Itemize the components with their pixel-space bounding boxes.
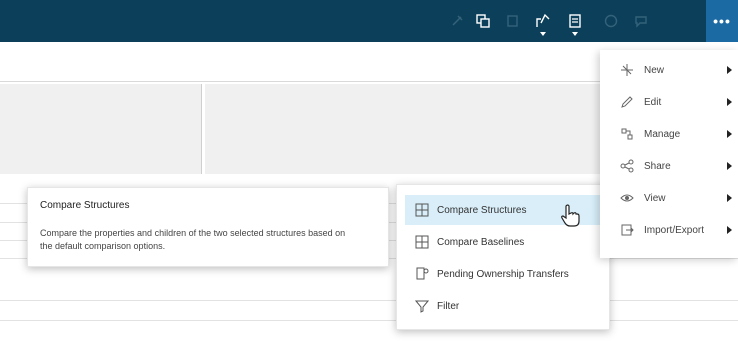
menu-item-label: Share [644,160,671,172]
tooltip-description: Compare the properties and children of t… [40,228,346,251]
submenu-item-label: Pending Ownership Transfers [437,268,569,280]
compare-icon[interactable] [530,8,556,36]
grid-row-line [0,300,738,301]
ownership-transfer-icon [416,267,429,280]
chevron-right-icon [727,194,732,202]
menu-item-label: Edit [644,96,662,108]
pin-icon[interactable] [444,8,470,34]
duplicate-icon[interactable] [500,8,526,34]
share-icon [620,159,634,173]
more-button[interactable]: ••• [706,0,738,42]
grid-row-line [0,320,738,321]
chevron-right-icon [727,66,732,74]
right-panel [205,84,605,174]
copy-icon[interactable] [470,8,496,34]
eye-icon [620,194,634,202]
report-icon[interactable] [562,8,588,36]
menu-item-import-export[interactable]: Import/Export [600,214,738,246]
menu-item-edit[interactable]: Edit [600,86,738,118]
submenu-item-label: Compare Structures [437,204,527,216]
compare-structures-icon [415,203,429,217]
submenu-item-filter[interactable]: Filter [405,291,601,321]
menu-item-view[interactable]: View [600,182,738,214]
history-icon[interactable] [598,8,624,34]
compare-structures-tooltip: Compare Structures Compare the propertie… [27,187,389,267]
menu-item-label: Import/Export [644,224,705,236]
sparkle-icon [621,64,633,76]
submenu-item-label: Compare Baselines [437,236,525,248]
chat-icon[interactable] [628,8,654,34]
menu-item-label: New [644,64,665,76]
chevron-right-icon [727,162,732,170]
left-panel [0,84,202,174]
menu-item-label: Manage [644,128,681,140]
chevron-right-icon [727,98,732,106]
submenu-item-label: Filter [437,300,460,312]
chevron-right-icon [727,226,732,234]
hand-cursor-icon [561,204,580,227]
menu-item-new[interactable]: New [600,54,738,86]
compare-baselines-icon [415,235,429,249]
import-export-icon [621,224,634,236]
menu-item-share[interactable]: Share [600,150,738,182]
filter-icon [415,300,429,313]
submenu-item-compare-baselines[interactable]: Compare Baselines [405,227,601,257]
manage-icon [621,128,633,140]
menu-item-label: View [644,192,666,204]
submenu-item-pending-ownership-transfers[interactable]: Pending Ownership Transfers [405,259,601,289]
top-toolbar: ••• [0,0,738,42]
tooltip-title: Compare Structures [40,200,130,211]
chevron-right-icon [727,130,732,138]
pencil-icon [621,96,633,108]
context-menu: New Edit Manage Share View Import/Export [600,50,738,258]
menu-item-manage[interactable]: Manage [600,118,738,150]
